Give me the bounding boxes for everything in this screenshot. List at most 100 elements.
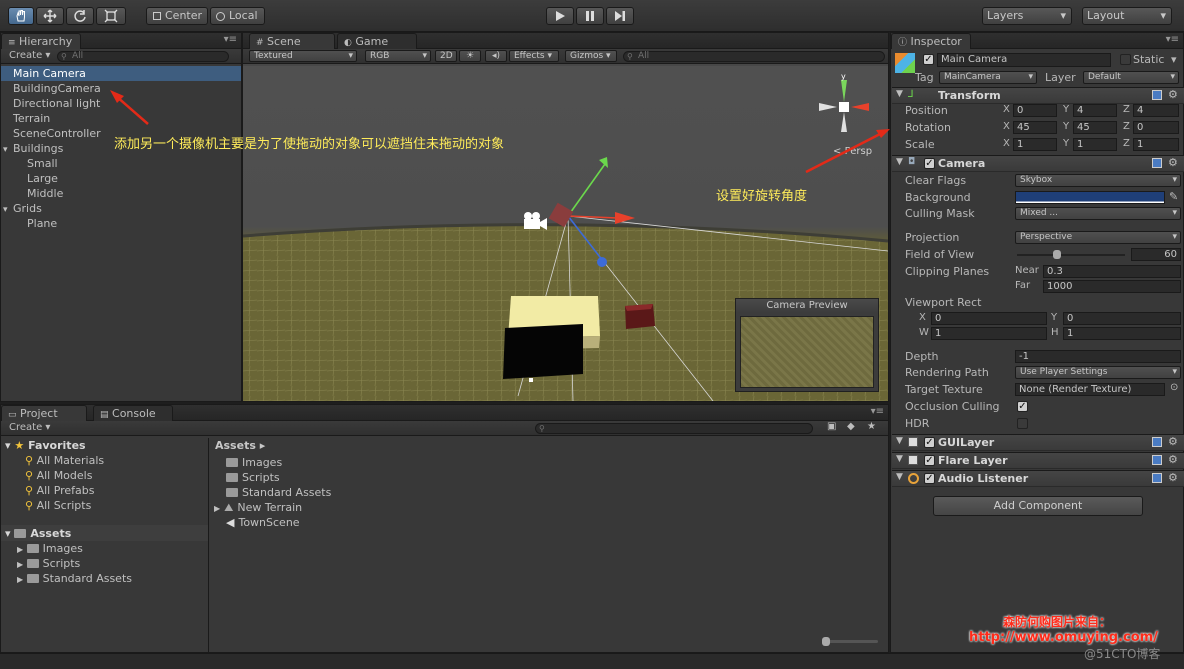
scale-tool-button[interactable] [96, 7, 126, 25]
scale-z-field[interactable]: 1 [1133, 138, 1179, 151]
effects-dropdown[interactable]: Effects ▾ [509, 50, 559, 62]
static-checkbox[interactable] [1120, 54, 1131, 65]
viewport-x-field[interactable]: 0 [931, 312, 1047, 325]
project-search-input[interactable]: ⚲ [535, 423, 813, 434]
background-color-field[interactable] [1015, 191, 1165, 204]
position-x-field[interactable]: 0 [1013, 104, 1057, 117]
project-create-dropdown[interactable]: Create ▾ [9, 422, 50, 433]
clear-flags-dropdown[interactable]: Skybox ▾ [1015, 174, 1181, 187]
lock-menu-icon[interactable]: ▾≡ [1166, 34, 1179, 45]
rendering-path-dropdown[interactable]: Use Player Settings ▾ [1015, 366, 1181, 379]
object-name-field[interactable]: Main Camera [937, 53, 1111, 67]
help-book-icon[interactable] [1152, 90, 1162, 100]
tab-inspector[interactable]: ⓘ Inspector [891, 33, 971, 49]
scene-search-input[interactable]: ⚲ All [623, 51, 885, 62]
depth-field[interactable]: -1 [1015, 350, 1181, 363]
pause-button[interactable] [576, 7, 604, 25]
asset-item[interactable]: Standard Assets [226, 485, 331, 500]
active-checkbox[interactable]: ✓ [923, 54, 934, 65]
fov-slider-thumb[interactable] [1052, 250, 1061, 259]
render-mode-dropdown[interactable]: RGB ▾ [365, 50, 431, 62]
move-tool-button[interactable] [36, 7, 64, 25]
component-enabled-checkbox[interactable]: ✓ [924, 455, 935, 466]
occlusion-culling-checkbox[interactable]: ✓ [1017, 401, 1028, 412]
asset-tree-item[interactable]: ▶ Standard Assets [17, 571, 132, 586]
zoom-slider-thumb[interactable] [822, 637, 830, 646]
add-component-button[interactable]: Add Component [933, 496, 1143, 516]
component-header[interactable]: ▼ ✓ Audio Listener ⚙ [892, 470, 1184, 487]
pivot-center-button[interactable]: Center [146, 7, 208, 25]
favorite-item[interactable]: ⚲ All Scripts [25, 498, 91, 513]
filter-label-icon[interactable]: ◆ [847, 421, 855, 432]
gear-icon[interactable]: ⚙ [1168, 156, 1178, 169]
favorite-item[interactable]: ⚲ All Models [25, 468, 92, 483]
near-field[interactable]: 0.3 [1043, 265, 1181, 278]
rotation-x-field[interactable]: 45 [1013, 121, 1057, 134]
panel-menu-icon[interactable]: ▾≡ [224, 34, 237, 45]
hdr-checkbox[interactable] [1017, 418, 1028, 429]
layer-dropdown[interactable]: Default ▾ [1083, 71, 1179, 84]
assets-breadcrumb[interactable]: Assets ▸ [215, 438, 265, 453]
tab-project[interactable]: ▭ Project [1, 405, 87, 421]
layers-dropdown[interactable]: Layers ▾ [982, 7, 1072, 25]
gizmos-dropdown[interactable]: Gizmos ▾ [565, 50, 617, 62]
component-header[interactable]: ▼ ✓ Flare Layer ⚙ [892, 452, 1184, 469]
position-z-field[interactable]: 4 [1133, 104, 1179, 117]
help-book-icon[interactable] [1152, 455, 1162, 465]
camera-enabled-checkbox[interactable]: ✓ [924, 158, 935, 169]
hierarchy-item[interactable]: Plane [1, 216, 241, 231]
space-local-button[interactable]: Local [210, 7, 265, 25]
asset-tree-item[interactable]: ▶ Scripts [17, 556, 80, 571]
rotate-tool-button[interactable] [66, 7, 94, 25]
orientation-gizmo[interactable]: y [811, 72, 881, 152]
hierarchy-item[interactable]: Small [1, 156, 241, 171]
tab-hierarchy[interactable]: ≡ Hierarchy [1, 33, 81, 49]
zoom-slider[interactable] [822, 637, 878, 646]
hierarchy-item[interactable]: Main Camera [1, 66, 241, 81]
gear-icon[interactable]: ⚙ [1168, 435, 1178, 448]
hierarchy-item[interactable]: Directional light [1, 96, 241, 111]
tab-game[interactable]: ◐ Game [337, 33, 417, 49]
asset-item[interactable]: ▶ ⛰ New Terrain [214, 500, 302, 515]
projection-dropdown[interactable]: Perspective ▾ [1015, 231, 1181, 244]
tab-scene[interactable]: # Scene [249, 33, 335, 49]
culling-mask-dropdown[interactable]: Mixed ... ▾ [1015, 207, 1181, 220]
scene-viewport[interactable]: y < Persp Camera Preview [243, 66, 888, 401]
favorite-star-icon[interactable]: ★ [867, 421, 876, 432]
transform-header[interactable]: ▼ ⅃ Transform ⚙ [892, 87, 1184, 104]
far-field[interactable]: 1000 [1043, 280, 1181, 293]
asset-tree-item[interactable]: ▶ Images [17, 541, 83, 556]
rotation-z-field[interactable]: 0 [1133, 121, 1179, 134]
layout-dropdown[interactable]: Layout ▾ [1082, 7, 1172, 25]
component-enabled-checkbox[interactable]: ✓ [924, 437, 935, 448]
fov-field[interactable]: 60 [1131, 248, 1181, 261]
asset-item[interactable]: Images [226, 455, 282, 470]
hierarchy-item[interactable]: Large [1, 171, 241, 186]
hierarchy-item[interactable]: ▾ Grids [1, 201, 241, 216]
favorite-item[interactable]: ⚲ All Materials [25, 453, 104, 468]
position-y-field[interactable]: 4 [1073, 104, 1117, 117]
panel-menu-icon[interactable]: ▾≡ [871, 406, 884, 417]
component-header[interactable]: ▼ ✓ GUILayer ⚙ [892, 434, 1184, 451]
hierarchy-search-input[interactable]: ⚲ All [57, 51, 229, 62]
eyedropper-icon[interactable]: ✎ [1169, 190, 1178, 203]
gear-icon[interactable]: ⚙ [1168, 471, 1178, 484]
hierarchy-item[interactable]: BuildingCamera [1, 81, 241, 96]
hierarchy-item[interactable]: Middle [1, 186, 241, 201]
mode-2d-toggle[interactable]: 2D [435, 50, 457, 62]
target-texture-field[interactable]: None (Render Texture) [1015, 383, 1165, 396]
scale-y-field[interactable]: 1 [1073, 138, 1117, 151]
asset-item[interactable]: ◀ TownScene [226, 515, 300, 530]
component-enabled-checkbox[interactable]: ✓ [924, 473, 935, 484]
help-book-icon[interactable] [1152, 437, 1162, 447]
help-book-icon[interactable] [1152, 158, 1162, 168]
assets-tree-header[interactable]: ▾ Assets [5, 526, 71, 541]
hand-tool-button[interactable] [8, 7, 34, 25]
rotation-y-field[interactable]: 45 [1073, 121, 1117, 134]
audio-toggle[interactable]: ◂) [485, 50, 507, 62]
object-picker-icon[interactable]: ⊙ [1170, 382, 1178, 393]
static-dropdown-arrow-icon[interactable]: ▾ [1171, 53, 1177, 66]
fov-slider-track[interactable] [1017, 250, 1125, 259]
gear-icon[interactable]: ⚙ [1168, 88, 1178, 101]
hierarchy-create-dropdown[interactable]: Create ▾ [9, 50, 50, 61]
